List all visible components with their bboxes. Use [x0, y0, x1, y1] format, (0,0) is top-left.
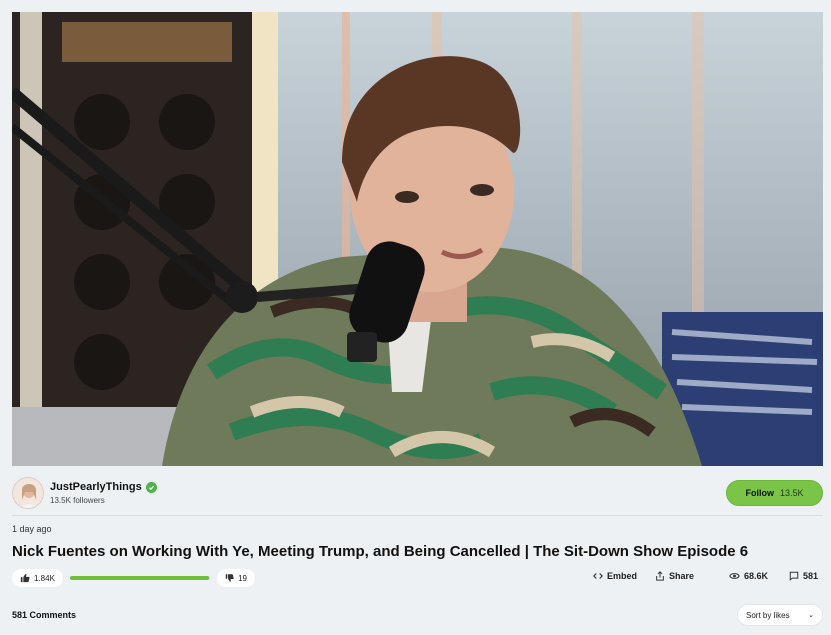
like-ratio-bar [70, 576, 210, 580]
divider [12, 515, 823, 516]
follow-button-count: 13.5K [779, 488, 804, 498]
view-count: 68.6K [729, 571, 768, 581]
action-bar: 1.84K 19 Embed Share 68.6K 581 [12, 569, 823, 587]
channel-meta: JustPearlyThings 13.5K followers [50, 481, 157, 505]
code-icon [593, 573, 603, 579]
like-ratio-fill [70, 576, 209, 580]
chevron-down-icon: ⌄ [808, 612, 814, 619]
comment-icon [789, 571, 799, 581]
verified-check-icon [145, 481, 157, 493]
video-player[interactable] [12, 12, 823, 466]
like-button[interactable]: 1.84K [12, 569, 63, 587]
view-count-value: 68.6K [744, 571, 769, 581]
follower-count: 13.5K followers [50, 496, 105, 505]
channel-name[interactable]: JustPearlyThings [50, 481, 142, 493]
video-frame [12, 12, 823, 466]
channel-row: JustPearlyThings 13.5K followers Follow … [12, 474, 823, 512]
sort-dropdown-value: Sort by likes [746, 610, 790, 620]
thumbs-down-icon [225, 574, 234, 582]
follow-button-label: Follow [745, 488, 774, 498]
embed-button[interactable]: Embed [593, 571, 637, 581]
thumbs-up-icon [20, 573, 30, 583]
share-label: Share [669, 571, 695, 581]
like-count: 1.84K [34, 573, 55, 583]
eye-icon [729, 573, 740, 579]
channel-avatar[interactable] [12, 477, 44, 509]
avatar-image [13, 478, 43, 508]
follow-button[interactable]: Follow 13.5K [726, 480, 823, 506]
posted-time: 1 day ago [12, 524, 52, 534]
embed-label: Embed [607, 571, 638, 581]
sort-dropdown[interactable]: Sort by likes ⌄ [737, 604, 823, 626]
share-button[interactable]: Share [655, 571, 694, 581]
comment-count-value: 581 [803, 571, 819, 581]
dislike-count: 19 [238, 573, 247, 583]
video-title: Nick Fuentes on Working With Ye, Meeting… [12, 543, 749, 560]
comments-heading: 581 Comments [12, 610, 77, 620]
channel-name-line: JustPearlyThings [50, 481, 157, 493]
share-icon [656, 571, 664, 581]
video-page: JustPearlyThings 13.5K followers Follow … [0, 0, 831, 635]
dislike-button[interactable]: 19 [217, 569, 255, 587]
comment-count[interactable]: 581 [789, 571, 818, 581]
